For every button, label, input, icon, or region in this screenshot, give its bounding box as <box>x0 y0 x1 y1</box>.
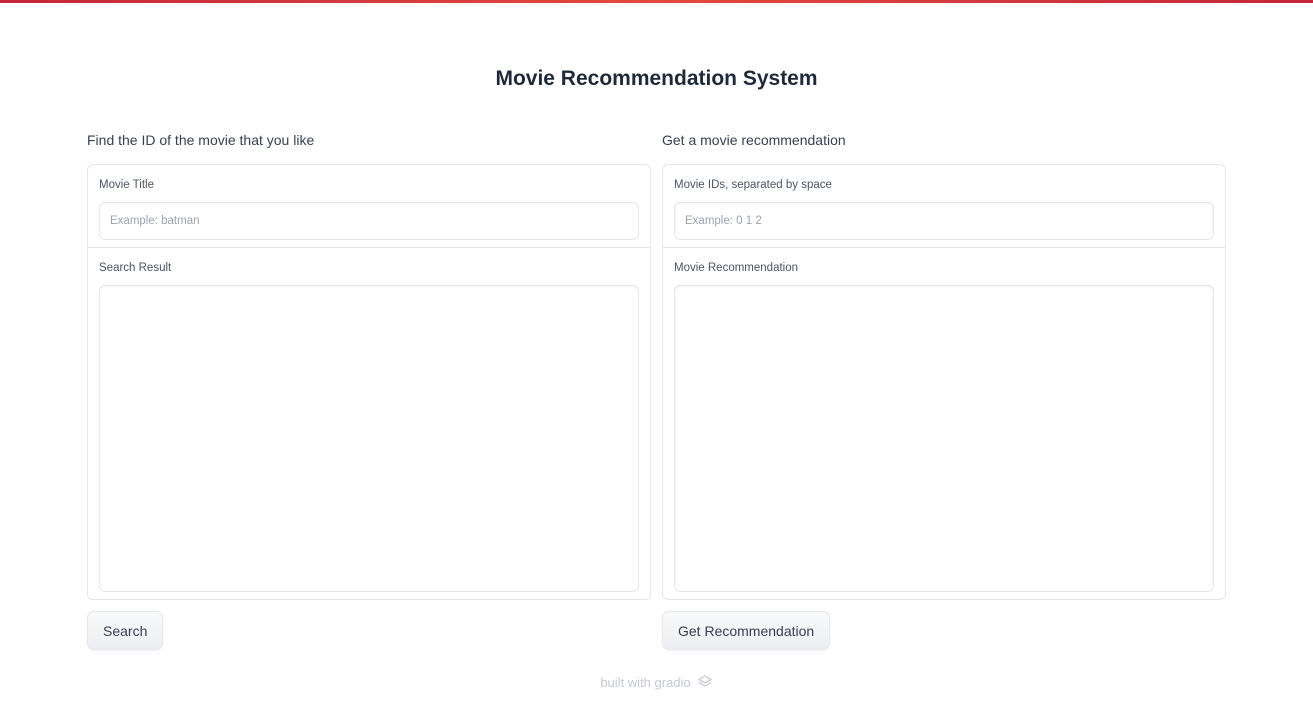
recommendation-column: Get a movie recommendation Movie IDs, se… <box>662 130 1226 650</box>
footer: built with gradio <box>0 674 1313 690</box>
search-result-label: Search Result <box>99 262 172 274</box>
search-result-block: Search Result <box>88 248 650 602</box>
movie-ids-label: Movie IDs, separated by space <box>674 179 832 191</box>
page-title: Movie Recommendation System <box>495 67 818 90</box>
search-button[interactable]: Search <box>87 611 164 650</box>
movie-recommendation-label: Movie Recommendation <box>674 262 799 274</box>
movie-ids-input[interactable] <box>674 202 1214 240</box>
movie-ids-block: Movie IDs, separated by space <box>663 165 1225 248</box>
search-column: Find the ID of the movie that you like M… <box>87 130 651 650</box>
get-recommendation-button[interactable]: Get Recommendation <box>662 611 831 650</box>
movie-recommendation-block: Movie Recommendation <box>663 248 1225 602</box>
gradio-logo-icon <box>697 674 713 690</box>
top-accent-bar <box>0 0 1313 3</box>
recommendation-panel: Movie IDs, separated by space Movie Reco… <box>662 164 1226 600</box>
movie-title-block: Movie Title <box>88 165 650 248</box>
search-result-textarea[interactable] <box>99 285 639 592</box>
movie-title-label: Movie Title <box>99 179 154 191</box>
movie-title-input[interactable] <box>99 202 639 240</box>
search-panel: Movie Title Search Result <box>87 164 651 600</box>
movie-recommendation-textarea[interactable] <box>674 285 1214 592</box>
recommendation-column-heading: Get a movie recommendation <box>662 132 846 148</box>
built-with-gradio-link[interactable]: built with gradio <box>600 675 690 690</box>
search-column-heading: Find the ID of the movie that you like <box>87 132 315 148</box>
